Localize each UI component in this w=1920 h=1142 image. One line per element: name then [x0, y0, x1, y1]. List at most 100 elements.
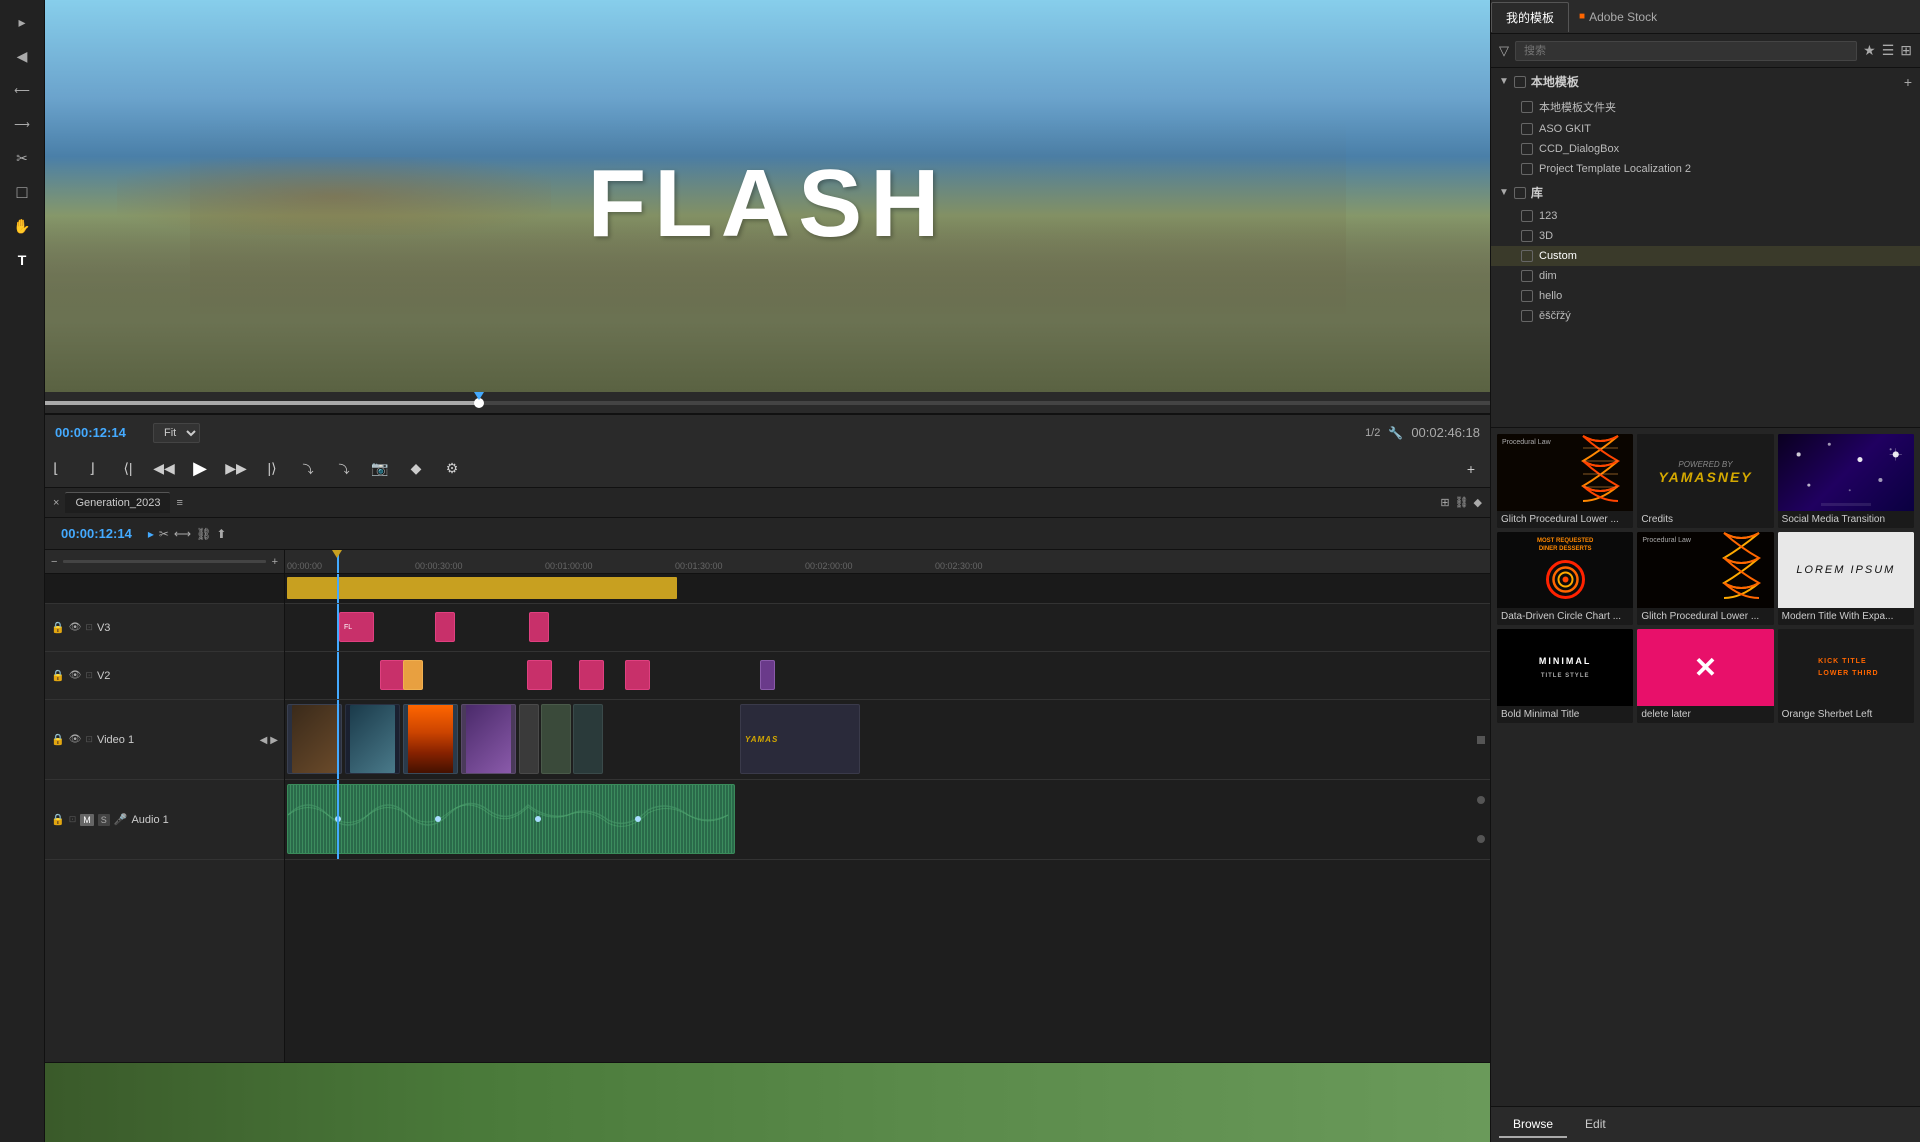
settings-btn[interactable]: ⚙ — [441, 458, 463, 480]
timeline-ripple-tool[interactable]: ⟷ — [174, 527, 191, 541]
thumb-bold-minimal[interactable]: MINIMALTITLE STYLE Bold Minimal Title — [1497, 629, 1633, 723]
search-input[interactable] — [1515, 41, 1857, 61]
thumb-glitch-proc-lower-1[interactable]: Procedural Law Glitch Procedural Lower .… — [1497, 434, 1633, 528]
v1-clip-2[interactable] — [345, 704, 400, 774]
marker-btn[interactable]: ◆ — [405, 458, 427, 480]
linked-select-btn[interactable]: ⛓ — [1455, 496, 1469, 509]
step-fwd-btn[interactable]: ▶▶ — [225, 458, 247, 480]
checkbox-custom[interactable] — [1521, 250, 1533, 262]
v3-clip-1[interactable]: FL — [339, 612, 374, 642]
toolbar-track-select-fwd[interactable]: ◀ — [8, 42, 36, 70]
solo-a1[interactable]: S — [98, 814, 110, 826]
zoom-in-btn[interactable]: + — [272, 556, 278, 568]
timeline-razor-tool[interactable]: ✂ — [159, 527, 169, 541]
filter-icon[interactable]: ▽ — [1499, 43, 1509, 59]
fit-dropdown[interactable]: Fit — [153, 423, 200, 443]
a1-clip[interactable] — [287, 784, 735, 854]
checkbox-dim[interactable] — [1521, 270, 1533, 282]
tree-item-aso-gkit[interactable]: ASO GKIT — [1491, 119, 1920, 139]
tree-item-project-template[interactable]: Project Template Localization 2 — [1491, 159, 1920, 179]
close-sequence-btn[interactable]: × — [53, 497, 59, 509]
prev-v1[interactable]: ◀ — [260, 735, 268, 746]
v2-clip-2[interactable] — [403, 660, 423, 690]
local-templates-checkbox[interactable] — [1514, 76, 1526, 88]
checkbox-project-template[interactable] — [1521, 163, 1533, 175]
v2-clip-5[interactable] — [625, 660, 650, 690]
adobe-stock-tab[interactable]: ■ Adobe Stock — [1569, 4, 1667, 30]
tree-item-local-folder[interactable]: 本地模板文件夹 — [1491, 95, 1920, 119]
visibility-v3[interactable]: 👁 — [69, 622, 82, 633]
sequence-tab[interactable]: Generation_2023 — [65, 492, 170, 513]
my-templates-tab[interactable]: 我的模板 — [1491, 2, 1569, 32]
thumb-orange-sherbet[interactable]: KICK TITLELOWER THIRD Orange Sherbet Lef… — [1778, 629, 1914, 723]
export-frame-btn[interactable]: 📷 — [369, 458, 391, 480]
sync-a1[interactable]: ⊡ — [69, 814, 77, 825]
v2-clip-3[interactable] — [527, 660, 552, 690]
tab-menu-icon[interactable]: ≡ — [176, 497, 182, 509]
local-templates-header[interactable]: ▼ 本地模板 + — [1491, 68, 1920, 95]
toolbar-hand[interactable]: ✋ — [8, 212, 36, 240]
toolbar-ripple-edit[interactable]: ⟵ — [8, 76, 36, 104]
tree-item-hello[interactable]: hello — [1491, 286, 1920, 306]
v3-clip-3[interactable] — [529, 612, 549, 642]
grid-view-icon[interactable]: ⊞ — [1900, 42, 1912, 59]
toolbar-selection-tool[interactable]: ▸ — [8, 8, 36, 36]
timeline-lift-btn[interactable]: ⬆ — [216, 527, 226, 541]
checkbox-hello[interactable] — [1521, 290, 1533, 302]
timeline-link-btn[interactable]: ⛓ — [196, 527, 211, 541]
next-v1[interactable]: ▶ — [270, 735, 278, 746]
v1-clip-credits[interactable]: YAMAS — [740, 704, 860, 774]
edit-tab[interactable]: Edit — [1571, 1112, 1620, 1138]
checkbox-aso-gkit[interactable] — [1521, 123, 1533, 135]
v1-clip-1[interactable] — [287, 704, 342, 774]
sync-v2[interactable]: ⊡ — [85, 670, 93, 681]
v2-clip-6[interactable] — [760, 660, 775, 690]
lock-a1[interactable]: 🔒 — [51, 813, 65, 826]
v4-clip[interactable] — [287, 577, 677, 599]
scrubber-bar[interactable] — [45, 392, 1490, 414]
add-btn[interactable]: + — [1460, 458, 1482, 480]
lock-v2[interactable]: 🔒 — [51, 669, 65, 682]
wrench-icon[interactable]: 🔧 — [1388, 426, 1403, 440]
tree-item-3d[interactable]: 3D — [1491, 226, 1920, 246]
mark-out-btn[interactable]: ⌋ — [81, 458, 103, 480]
toolbar-slip[interactable]: □ — [8, 178, 36, 206]
library-header[interactable]: ▼ 库 — [1491, 179, 1920, 206]
thumb-glitch-proc-lower-2[interactable]: Procedural Law Glitch Procedural Lower .… — [1637, 532, 1773, 626]
v2-clip-4[interactable] — [579, 660, 604, 690]
mute-a1[interactable]: M — [80, 814, 94, 826]
play-btn[interactable]: ▶ — [189, 458, 211, 480]
v1-clip-6[interactable] — [541, 704, 571, 774]
lock-v3[interactable]: 🔒 — [51, 621, 65, 634]
step-back-btn[interactable]: ◀◀ — [153, 458, 175, 480]
browse-tab[interactable]: Browse — [1499, 1112, 1567, 1138]
checkbox-3d[interactable] — [1521, 230, 1533, 242]
v1-clip-7[interactable] — [573, 704, 603, 774]
lock-v1[interactable]: 🔒 — [51, 733, 65, 746]
zoom-slider[interactable] — [63, 560, 265, 563]
add-marker-btn[interactable]: ◆ — [1474, 496, 1482, 509]
thumb-delete-later[interactable]: ✕ delete later — [1637, 629, 1773, 723]
thumb-data-driven[interactable]: MOST REQUESTEDDINER DESSERTS Data-Driven… — [1497, 532, 1633, 626]
tree-item-custom[interactable]: Custom — [1491, 246, 1920, 266]
visibility-v2[interactable]: 👁 — [69, 670, 82, 681]
checkbox-local-folder[interactable] — [1521, 101, 1533, 113]
v3-clip-2[interactable] — [435, 612, 455, 642]
go-to-in-btn[interactable]: ⟨| — [117, 458, 139, 480]
v1-clip-3[interactable] — [403, 704, 458, 774]
checkbox-123[interactable] — [1521, 210, 1533, 222]
v1-clip-4[interactable] — [461, 704, 516, 774]
checkbox-special[interactable] — [1521, 310, 1533, 322]
zoom-out-btn[interactable]: − — [51, 556, 57, 568]
toolbar-rolling-edit[interactable]: ⟶ — [8, 110, 36, 138]
snap-btn[interactable]: ⊞ — [1440, 496, 1449, 509]
v1-clip-5[interactable] — [519, 704, 539, 774]
thumb-credits[interactable]: POWERED BY YAMASNEY Credits — [1637, 434, 1773, 528]
tree-item-dim[interactable]: dim — [1491, 266, 1920, 286]
overwrite-btn[interactable]: ⤵ — [333, 458, 355, 480]
thumb-modern-title[interactable]: LOREM IPSUM Modern Title With Expa... — [1778, 532, 1914, 626]
mic-a1[interactable]: 🎤 — [114, 813, 128, 826]
tree-item-123[interactable]: 123 — [1491, 206, 1920, 226]
library-checkbox[interactable] — [1514, 187, 1526, 199]
tree-item-ccd-dialogbox[interactable]: CCD_DialogBox — [1491, 139, 1920, 159]
